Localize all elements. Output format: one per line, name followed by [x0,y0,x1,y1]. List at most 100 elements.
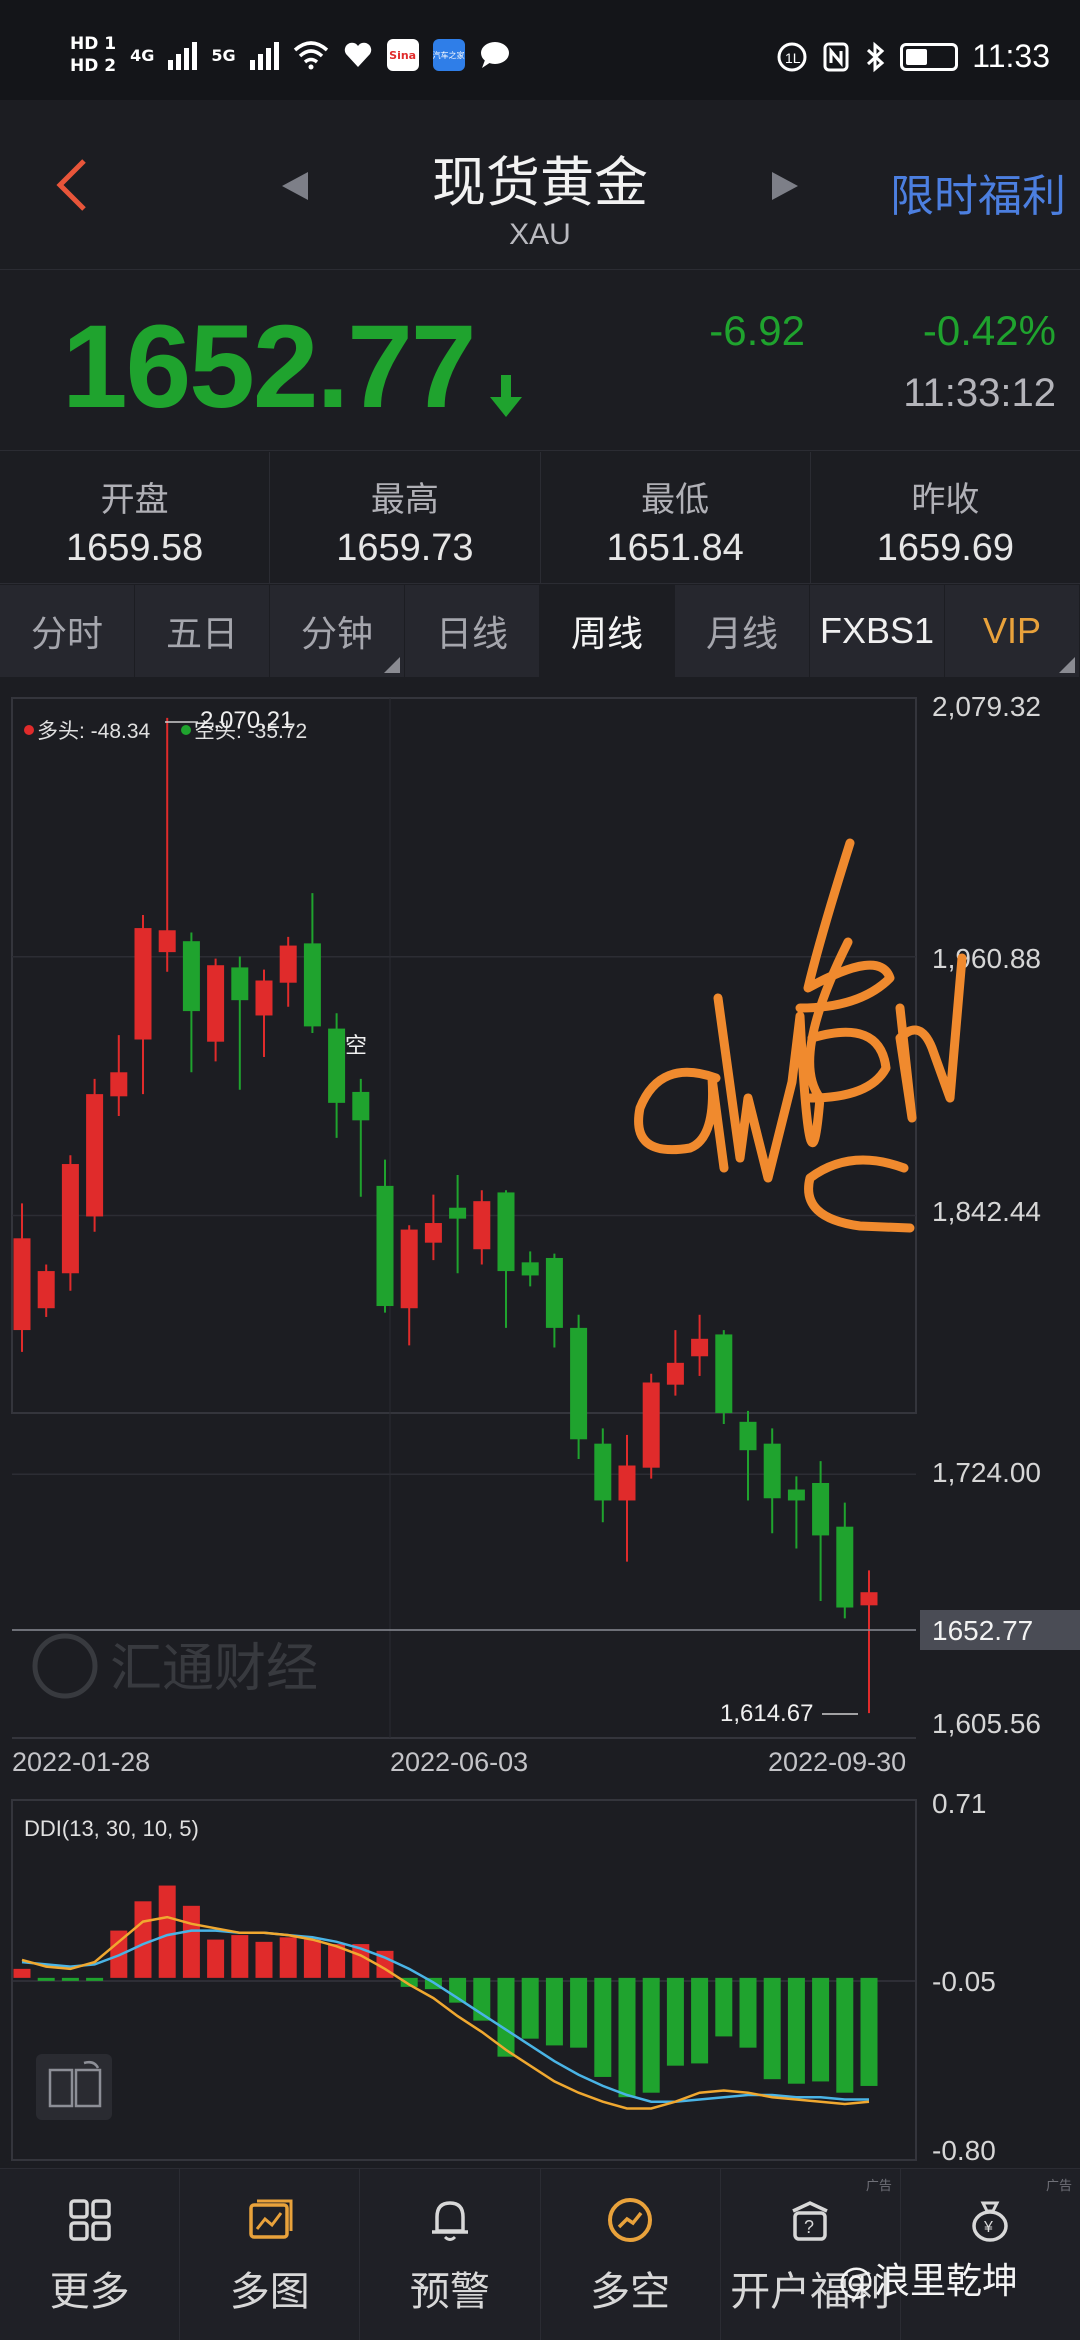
ddi-bar [642,1977,660,2093]
status-left: HD 1 HD 2 4G 5G Sina 汽车之家 [70,30,511,80]
tab-daily[interactable]: 日线 [405,585,540,677]
svg-text:1L: 1L [785,50,801,66]
ddi-bar [231,1935,249,1978]
candle-body [352,1091,370,1121]
candle-body [691,1338,709,1357]
next-instrument-icon[interactable] [772,172,798,200]
previous-instrument-icon[interactable] [282,172,308,200]
candle-body [836,1526,854,1608]
candle-body [787,1489,805,1501]
ddi-bar [182,1905,200,1978]
bell-icon [431,2201,468,2241]
tab-monthly[interactable]: 月线 [675,585,810,677]
back-arrow-icon[interactable] [52,155,92,215]
price-change-percent: -0.42% [922,307,1056,354]
nav-multi-chart[interactable]: 多图 [180,2169,361,2340]
stat-low: 最低 1651.84 [541,452,811,583]
ddi-bar [61,1977,79,1981]
ddi-bar [303,1939,321,1978]
candle-body [715,1334,733,1414]
stat-value: 1659.73 [336,527,474,569]
ddi-bar [618,1977,636,2098]
fullscreen-toggle-icon[interactable] [36,2054,112,2120]
candle-body [303,943,321,1027]
candle-body [570,1327,588,1440]
low-marker: 1,614.67 [720,1700,813,1727]
x-axis-label: 2022-01-28 [12,1747,150,1777]
network-5g-label: 5G [211,45,236,65]
tab-five-day[interactable]: 五日 [135,585,270,677]
signal-label: 空 [345,1034,367,1059]
candle-body [158,930,176,953]
indicator-long: 多头: -48.34 [37,720,151,743]
ddi-bar [207,1939,225,1978]
ddi-bar [739,1977,757,2048]
y-axis-label: 2,079.32 [932,691,1041,722]
stat-open: 开盘 1659.58 [0,452,271,583]
nav-more[interactable]: 更多 [0,2169,181,2340]
candle-body [812,1482,830,1536]
promo-link[interactable]: 限时福利 [890,160,1066,224]
ddi-bar [545,1977,563,2046]
candle-body [279,945,297,983]
candle-body [545,1257,563,1328]
long-dot-icon [24,725,34,735]
tab-label: 分钟 [300,614,373,655]
x-axis-label: 2022-06-03 [390,1747,528,1777]
candle-body [618,1465,636,1501]
ddi-bar [279,1937,297,1978]
handwriting-b [713,937,891,1183]
tab-weekly[interactable]: 周线 [540,585,675,677]
ad-tag: 广告 [865,2179,892,2194]
tab-intraday[interactable]: 分时 [0,585,135,677]
kline-chart[interactable]: 汇通财经 多头: -48.34 空头: -35.72 2,070.21 空 1,… [0,678,1080,2166]
ddi-bar [836,1977,854,2093]
watermark-logo-icon [32,1633,98,1699]
tab-fxbs1[interactable]: FXBS1 [810,585,945,677]
candle-body [231,967,249,1001]
ad-tag: 广告 [1046,2179,1073,2194]
y-axis-label: 1,842.44 [932,1196,1041,1227]
candle-body [37,1271,55,1309]
trend-icon [608,2198,653,2242]
candle-body [207,965,225,1042]
ddi-bar [86,1977,104,1981]
tab-minute[interactable]: 分钟 [270,585,405,677]
candle-body [13,1238,31,1331]
ddi-bar [134,1901,152,1978]
y-axis-label: 1,724.00 [932,1457,1041,1488]
quote-stats: 开盘 1659.58 最高 1659.73 最低 1651.84 昨收 1659.69 [0,452,1080,584]
candle-body [642,1382,660,1468]
nav-long-short[interactable]: 多空 [541,2169,721,2340]
stat-label: 昨收 [911,480,980,520]
tab-vip[interactable]: VIP [945,585,1080,677]
candle-body [860,1592,878,1606]
ddi-bar [255,1941,273,1978]
handwriting-text-a: a [640,1077,641,1079]
heart-health-icon [344,42,371,67]
chart-area[interactable]: 汇通财经 多头: -48.34 空头: -35.72 2,070.21 空 1,… [0,678,1080,2166]
ddi-bar [570,1977,588,2048]
candle-body [182,941,200,1012]
hd2-label: HD 2 [70,56,117,76]
handwriting-n [895,953,967,1123]
grid-icon [68,2199,111,2241]
stat-value: 1659.58 [65,527,204,569]
handwriting-a [634,1067,729,1173]
current-price: 1652.77 [62,301,477,433]
ddi-bar [594,1977,612,2077]
handwriting-b-upper [795,838,895,1013]
svg-text:¥: ¥ [983,2219,993,2236]
nav-alert[interactable]: 预警 [360,2169,541,2340]
wifi-icon [293,41,328,70]
status-bar: HD 1 HD 2 4G 5G Sina 汽车之家 1L 11:33 [0,0,1080,100]
car-app-icon: 汽车之家 [432,39,465,71]
candle-body [473,1201,491,1250]
money-bag-icon: ¥ [972,2201,1009,2242]
ddi-bar [37,1977,55,1981]
battery-icon [900,42,959,71]
candle-body [666,1362,684,1385]
bluetooth-icon [867,41,885,72]
dropdown-corner-icon [1059,657,1075,673]
ddi-bar [787,1977,805,2084]
